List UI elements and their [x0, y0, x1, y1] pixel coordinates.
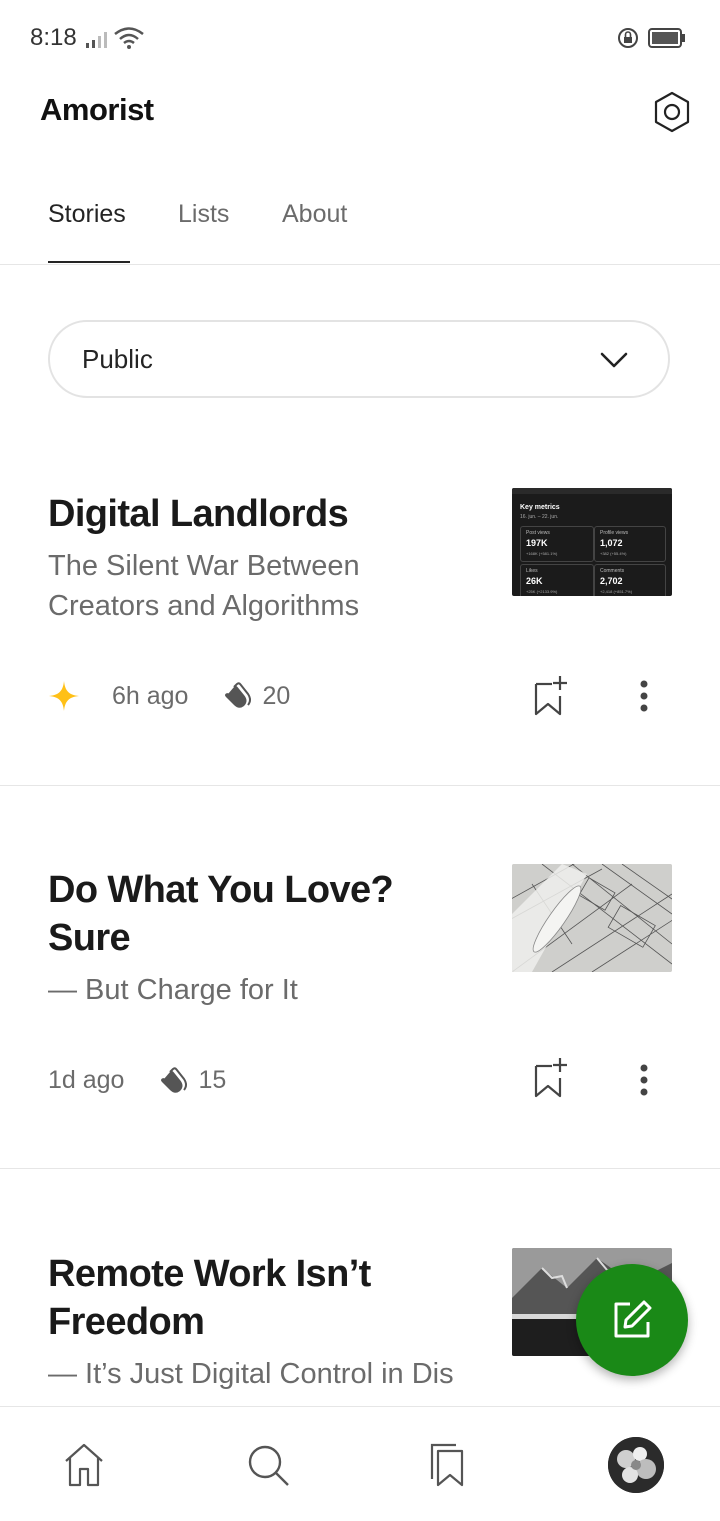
avatar[interactable] — [608, 1437, 664, 1493]
thumb-metric-value: 1,072 — [600, 538, 623, 548]
battery-icon — [648, 28, 685, 48]
story-meta: 6h ago 20 — [48, 680, 290, 712]
wifi-icon — [114, 27, 144, 49]
rotation-lock-icon — [618, 28, 638, 48]
compose-button[interactable] — [576, 1264, 688, 1376]
story-divider — [0, 1168, 720, 1169]
story-subtitle: — But Charge for It — [48, 974, 298, 1006]
bookmark-add-icon[interactable] — [528, 674, 570, 718]
tab-stories[interactable]: Stories — [48, 200, 126, 229]
search-icon[interactable] — [244, 1441, 292, 1489]
story-meta: 1d ago 15 — [48, 1066, 226, 1095]
story-thumbnail[interactable]: Key metrics 16. jun. – 22. jun. Post vie… — [512, 488, 672, 596]
chevron-down-icon — [600, 352, 628, 368]
more-vertical-icon[interactable] — [630, 676, 658, 716]
thumb-metric-change: +168K (+581.1%) — [526, 551, 558, 556]
clap-icon — [225, 682, 252, 708]
page-title: Amorist — [40, 92, 154, 127]
bookmark-add-icon[interactable] — [528, 1056, 570, 1100]
thumb-metric-label: Likes — [526, 568, 538, 574]
more-vertical-icon[interactable] — [630, 1060, 658, 1100]
story-time: 6h ago — [112, 681, 189, 710]
story-subtitle: The Silent War Between Creators and Algo… — [48, 550, 360, 622]
bottom-navigation — [0, 1406, 720, 1521]
status-time: 8:18 — [30, 24, 77, 51]
active-tab-indicator — [48, 261, 130, 263]
signal-icon — [86, 32, 107, 48]
story-title[interactable]: Digital Landlords — [48, 490, 468, 538]
clap-count: 20 — [262, 681, 291, 710]
tab-about[interactable]: About — [282, 200, 347, 229]
gear-icon[interactable] — [648, 88, 696, 136]
clap-count: 15 — [198, 1066, 227, 1094]
story-title[interactable]: Do What You Love? Sure — [48, 866, 468, 962]
profile-tabs: Stories Lists About — [0, 180, 720, 265]
thumb-date-range: 16. jun. – 22. jun. — [520, 514, 559, 520]
dropdown-selected-value: Public — [82, 344, 153, 374]
thumb-metric-value: 197K — [526, 538, 548, 548]
thumb-metric-change: +2,418 (+851.7%) — [600, 589, 633, 594]
thumb-metric-value: 26K — [526, 576, 543, 586]
thumb-metric-change: +382 (+55.4%) — [600, 551, 627, 556]
home-icon[interactable] — [60, 1441, 108, 1489]
library-icon[interactable] — [426, 1441, 474, 1489]
visibility-dropdown[interactable]: Public — [48, 320, 670, 398]
thumb-metric-change: +25K (+2133.9%) — [526, 589, 558, 594]
story-time: 1d ago — [48, 1066, 125, 1094]
story-thumbnail[interactable] — [512, 864, 672, 972]
thumb-metric-label: Comments — [600, 568, 625, 574]
tab-lists[interactable]: Lists — [178, 200, 229, 229]
edit-icon — [614, 1300, 652, 1338]
story-title[interactable]: Remote Work Isn’t Freedom — [48, 1250, 468, 1346]
clap-icon — [161, 1066, 188, 1093]
thumb-metric-label: Post views — [526, 530, 550, 536]
story-divider — [0, 785, 720, 786]
thumb-heading: Key metrics — [520, 504, 560, 511]
story-subtitle: — It’s Just Digital Control in Dis — [48, 1358, 454, 1390]
blueprint-image — [512, 864, 672, 972]
member-star-icon — [49, 681, 79, 711]
thumb-metric-value: 2,702 — [600, 576, 623, 586]
thumb-metric-label: Profile views — [600, 530, 629, 536]
